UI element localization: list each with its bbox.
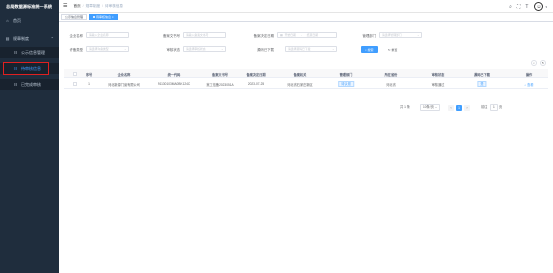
- table-row: 1 河北新源门窗有限公司 91130103MA0BK124C 冀工信备20230…: [64, 78, 548, 89]
- cell-doc-no: 冀工信备2023051A: [206, 82, 234, 87]
- tab-public-info[interactable]: 公示信息管理: [61, 14, 88, 20]
- company-name-label: 企业名称: [69, 34, 83, 38]
- reset-button[interactable]: ↻ 重置: [384, 45, 402, 53]
- tags-view: 公示信息管理 待审核信息 ×: [59, 13, 553, 22]
- search-toggle-icon[interactable]: ⌕: [531, 60, 537, 66]
- gov-agency-select[interactable]: 请选择管理部门: [379, 32, 422, 38]
- goto-page-input[interactable]: 1: [490, 104, 498, 111]
- hamburger-icon[interactable]: ☰: [63, 3, 67, 9]
- highlight-box: [3, 62, 49, 75]
- sidebar-item-home[interactable]: ⌂ 首页: [0, 15, 59, 26]
- col-action: 操作: [525, 72, 533, 77]
- search-button[interactable]: ⌕ 搜索: [361, 45, 378, 53]
- col-doc-no: 备案文书号: [212, 72, 228, 77]
- sidebar-item-label: 规章制度: [13, 35, 29, 41]
- calendar-icon: ▦: [280, 33, 283, 37]
- tab-label: 待审核信息: [96, 15, 112, 19]
- page-unit-label: 页: [499, 105, 503, 109]
- review-status-label: 审核状态: [166, 48, 180, 52]
- main-content: 企业名称 请输入企业名称 备案文书号 请输入备案文书号 备案决定日期 ▦ 开始日…: [59, 22, 553, 273]
- breadcrumb: 首页 / 规章制度 / 待审核信息: [73, 4, 123, 9]
- list-icon: ☷: [13, 50, 18, 55]
- row-checkbox[interactable]: [73, 81, 77, 86]
- search-button-label: 搜索: [367, 47, 374, 52]
- breadcrumb-item-home[interactable]: 首页: [73, 4, 80, 9]
- end-date-placeholder: 结束日期: [306, 33, 318, 37]
- list-icon: ☷: [13, 82, 18, 87]
- record-type-select[interactable]: 请选择许备类型: [86, 46, 129, 52]
- fullscreen-icon[interactable]: ⛶: [517, 4, 521, 10]
- font-size-icon[interactable]: T: [525, 4, 528, 10]
- col-authority: 备案机关: [293, 72, 307, 77]
- breadcrumb-item-current: 待审核信息: [105, 3, 124, 8]
- document-icon: ▤: [5, 36, 10, 41]
- cell-code: 91130103MA0BK124C: [157, 81, 191, 86]
- download-label: 源码已下载: [257, 48, 274, 52]
- cell-province: 河北省: [386, 82, 396, 87]
- sidebar-item-label: 公示信息管理: [21, 49, 45, 55]
- cell-date: 2023-07-25: [247, 81, 265, 86]
- sidebar: 总局数据源标准统一系统 ⌂ 首页 ▤ 规章制度 ⌃ ☷ 公示信息管理 ☷ 待审核…: [0, 0, 59, 273]
- review-status-select[interactable]: 请选择审核状态: [183, 46, 226, 52]
- company-name-input[interactable]: 请输入企业名称: [86, 32, 129, 38]
- view-link-label: 查看: [527, 82, 534, 87]
- view-link[interactable]: ⌕ 查看: [524, 82, 533, 87]
- col-province: 所在省份: [384, 72, 398, 77]
- download-select[interactable]: 请选择源码已下载: [285, 46, 337, 52]
- page-size-value: 10条/页: [423, 105, 434, 109]
- col-agency: 管理部门: [339, 72, 353, 77]
- col-status: 审核状态: [431, 72, 445, 77]
- col-company: 企业名称: [117, 72, 131, 77]
- avatar[interactable]: ☺: [534, 2, 544, 11]
- app-title: 总局数据源标准统一系统: [6, 4, 53, 9]
- page-size-select[interactable]: 10条/页 ⌄: [420, 104, 441, 111]
- start-date-placeholder: 开始日期: [284, 33, 296, 37]
- page-1-button[interactable]: 1: [456, 104, 462, 111]
- col-index: 序号: [85, 72, 93, 77]
- sidebar-item-label: 已完成审核: [21, 81, 41, 87]
- decision-date-label: 备案决定日期: [253, 34, 274, 38]
- prev-page-button[interactable]: ‹: [448, 104, 454, 111]
- select-all-checkbox[interactable]: [73, 71, 77, 76]
- col-date: 备案决定日期: [246, 72, 266, 77]
- next-page-button[interactable]: ›: [464, 104, 470, 111]
- breadcrumb-separator: /: [102, 4, 104, 8]
- table-header: 序号 企业名称 统一代码 备案文书号 备案决定日期 备案机关 管理部门 所在省份…: [64, 69, 548, 78]
- caret-down-icon[interactable]: ▾: [545, 5, 547, 9]
- doc-no-label: 备案文书号: [163, 34, 180, 38]
- search-icon[interactable]: ⌕: [509, 4, 512, 10]
- top-right-tools: ⌕ ⛶ T ☺ ▾: [504, 2, 547, 11]
- record-type-label: 许备类型: [69, 48, 83, 52]
- gov-agency-label: 管理部门: [362, 34, 376, 38]
- sidebar-item-regulations[interactable]: ▤ 规章制度 ⌃: [0, 33, 59, 44]
- home-icon: ⌂: [6, 18, 9, 23]
- top-navbar: ☰ 首页 / 规章制度 / 待审核信息 ⌕ ⛶ T ☺ ▾: [59, 0, 553, 13]
- pagination-total: 共 1 条: [400, 105, 410, 109]
- sidebar-item-label: 首页: [13, 17, 21, 23]
- download-tag: 是: [477, 80, 487, 87]
- refresh-icon[interactable]: ↻: [540, 60, 546, 66]
- breadcrumb-separator: /: [82, 4, 84, 8]
- col-code: 统一代码: [167, 72, 181, 77]
- goto-label: 前往: [481, 105, 488, 109]
- breadcrumb-item-regulations: 规章制度: [85, 3, 101, 8]
- active-dot-icon: [93, 16, 96, 19]
- col-download: 源码已下载: [474, 72, 490, 77]
- cell-company: 河北新源门窗有限公司: [108, 82, 140, 87]
- chevron-up-icon: ⌃: [50, 36, 54, 41]
- cell-authority: 河北省石家庄新区: [287, 82, 313, 87]
- reset-button-label: 重置: [391, 47, 398, 52]
- sidebar-item-public-info[interactable]: ☷ 公示信息管理: [0, 47, 59, 58]
- tab-pending-review[interactable]: 待审核信息 ×: [89, 14, 118, 20]
- decision-date-range[interactable]: ▦ 开始日期 - 结束日期: [277, 32, 337, 38]
- cell-index: 1: [88, 81, 90, 86]
- range-separator: -: [300, 33, 302, 37]
- sidebar-item-completed-review[interactable]: ☷ 已完成审核: [0, 79, 59, 90]
- cell-status: 审核通过: [431, 82, 445, 87]
- agency-tag: 待认领: [338, 80, 354, 87]
- doc-no-input[interactable]: 请输入备案文书号: [183, 32, 226, 38]
